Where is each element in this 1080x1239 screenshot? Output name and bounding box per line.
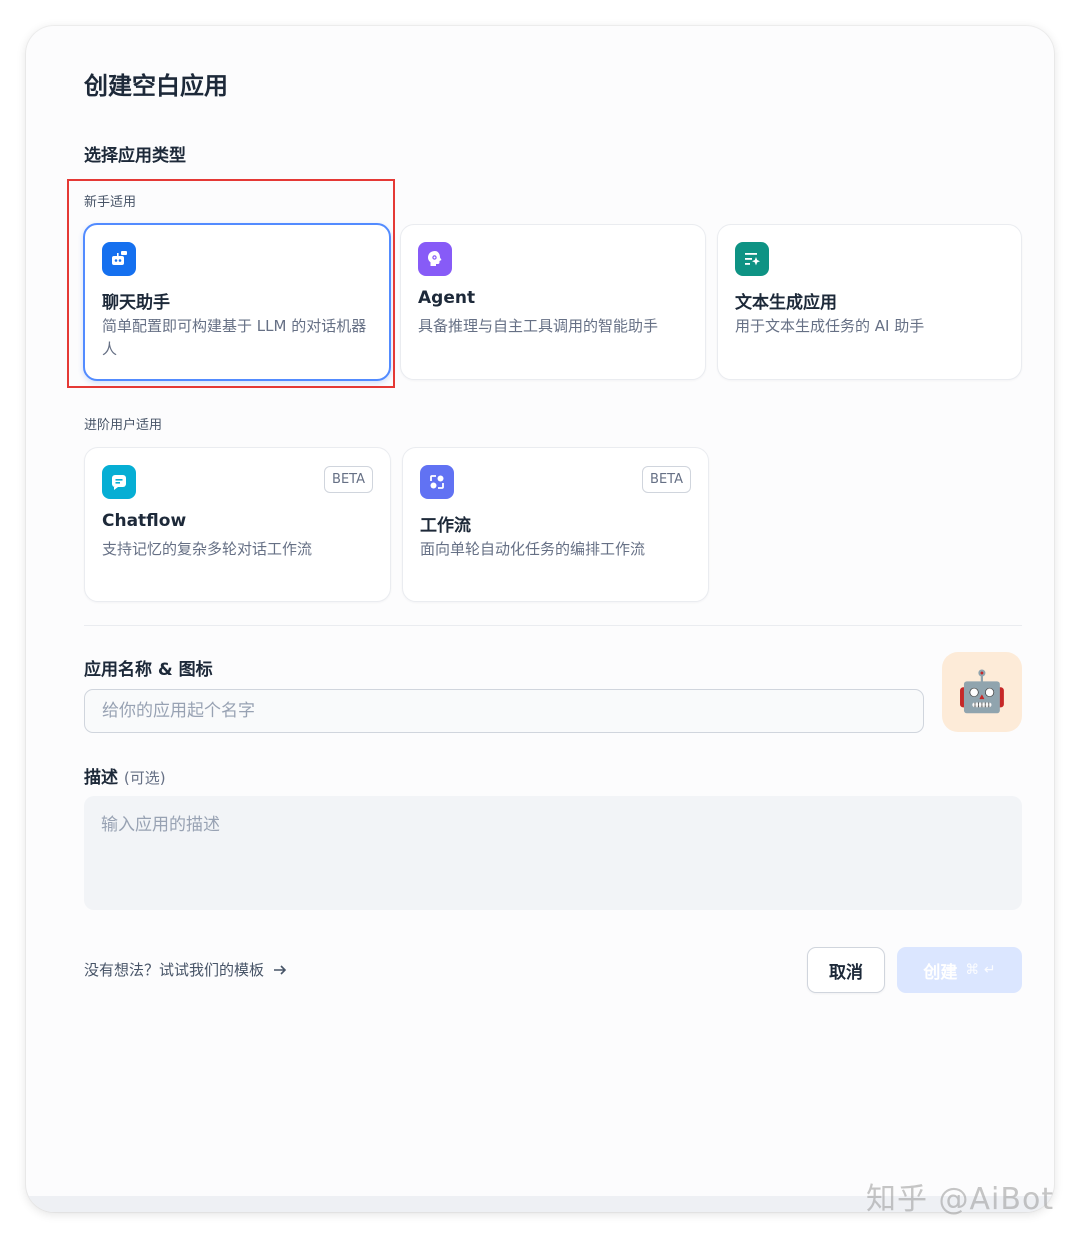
workflow-icon — [420, 465, 454, 499]
dialog-title: 创建空白应用 — [84, 72, 228, 100]
app-type-agent[interactable]: Agent 具备推理与自主工具调用的智能助手 — [400, 224, 706, 380]
card-description: 面向单轮自动化任务的编排工作流 — [420, 540, 646, 558]
app-type-label: 选择应用类型 — [84, 146, 186, 166]
description-textarea[interactable] — [84, 796, 1022, 910]
optional-hint: (可选) — [123, 769, 166, 787]
robot-icon: 🤖 — [957, 669, 1007, 715]
create-button-label: 创建 — [923, 962, 958, 983]
card-title: 工作流 — [420, 516, 471, 536]
app-type-text-generation[interactable]: 文本生成应用 用于文本生成任务的 AI 助手 — [717, 224, 1022, 380]
card-title: 文本生成应用 — [735, 293, 837, 313]
description-label-text: 描述 — [84, 768, 118, 788]
card-description: 具备推理与自主工具调用的智能助手 — [418, 317, 659, 335]
watermark: 知乎 @AiBot — [866, 1182, 1055, 1217]
app-name-label: 应用名称 & 图标 — [84, 660, 213, 680]
card-title: Chatflow — [102, 511, 187, 531]
agent-brain-icon — [418, 242, 452, 276]
highlight-annotation — [67, 179, 395, 388]
template-link[interactable]: 没有想法？试试我们的模板 — [84, 959, 288, 980]
create-app-dialog: 创建空白应用 选择应用类型 新手适用 聊天助手 简单配置即可构建基于 LLM 的… — [26, 26, 1054, 1212]
app-type-workflow[interactable]: BETA 工作流 面向单轮自动化任务的编排工作流 — [402, 447, 709, 602]
cancel-button[interactable]: 取消 — [807, 947, 885, 993]
divider — [84, 625, 1022, 626]
template-link-text: 没有想法？试试我们的模板 — [84, 961, 265, 979]
card-description: 支持记忆的复杂多轮对话工作流 — [102, 540, 313, 558]
description-label: 描述 (可选) — [84, 763, 166, 788]
advanced-group-label: 进阶用户适用 — [84, 418, 163, 433]
card-title: Agent — [418, 288, 476, 308]
keyboard-shortcut: ⌘ ↵ — [965, 962, 996, 978]
beta-badge: BETA — [642, 466, 691, 493]
arrow-right-icon — [274, 964, 287, 975]
app-icon-picker[interactable]: 🤖 — [942, 652, 1022, 732]
app-name-input[interactable] — [84, 689, 924, 733]
text-generation-icon — [735, 242, 769, 276]
beta-badge: BETA — [324, 466, 373, 493]
card-description: 用于文本生成任务的 AI 助手 — [735, 317, 925, 335]
create-button[interactable]: 创建 ⌘ ↵ — [897, 947, 1022, 993]
chatflow-icon — [102, 465, 136, 499]
app-type-chatflow[interactable]: BETA Chatflow 支持记忆的复杂多轮对话工作流 — [84, 447, 391, 602]
